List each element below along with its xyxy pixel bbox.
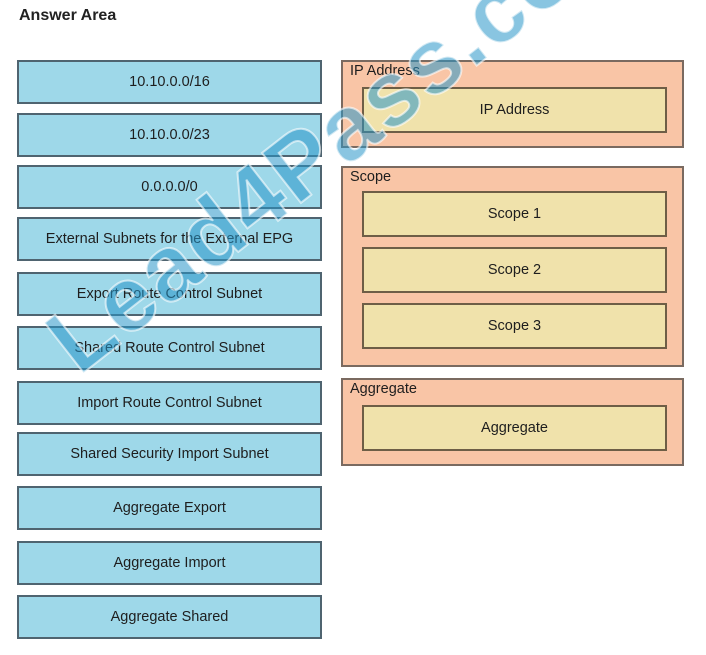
drop-slot-scope-3[interactable]: Scope 3 [362,303,667,349]
drag-item-export-route-control[interactable]: Export Route Control Subnet [17,272,322,316]
group-label-scope: Scope [350,169,392,185]
drag-item-shared-route-control[interactable]: Shared Route Control Subnet [17,326,322,370]
drag-item-10-10-0-0-23[interactable]: 10.10.0.0/23 [17,113,322,157]
drop-slot-scope-1[interactable]: Scope 1 [362,191,667,237]
drag-item-import-route-control[interactable]: Import Route Control Subnet [17,381,322,425]
group-scope: Scope Scope 1 Scope 2 Scope 3 [341,166,684,367]
drag-item-external-subnets[interactable]: External Subnets for the External EPG [17,217,322,261]
drop-slot-aggregate[interactable]: Aggregate [362,405,667,451]
drag-item-aggregate-import[interactable]: Aggregate Import [17,541,322,585]
group-label-ip-address: IP Address [350,63,420,79]
drop-slot-scope-2[interactable]: Scope 2 [362,247,667,293]
group-aggregate: Aggregate Aggregate [341,378,684,466]
drop-slot-ip-address[interactable]: IP Address [362,87,667,133]
answer-area-title: Answer Area [19,7,117,24]
group-ip-address: IP Address IP Address [341,60,684,148]
drag-item-aggregate-export[interactable]: Aggregate Export [17,486,322,530]
group-label-aggregate: Aggregate [350,381,417,397]
drag-item-aggregate-shared[interactable]: Aggregate Shared [17,595,322,639]
drag-item-0-0-0-0-0[interactable]: 0.0.0.0/0 [17,165,322,209]
drag-item-10-10-0-0-16[interactable]: 10.10.0.0/16 [17,60,322,104]
drag-item-shared-security-import[interactable]: Shared Security Import Subnet [17,432,322,476]
